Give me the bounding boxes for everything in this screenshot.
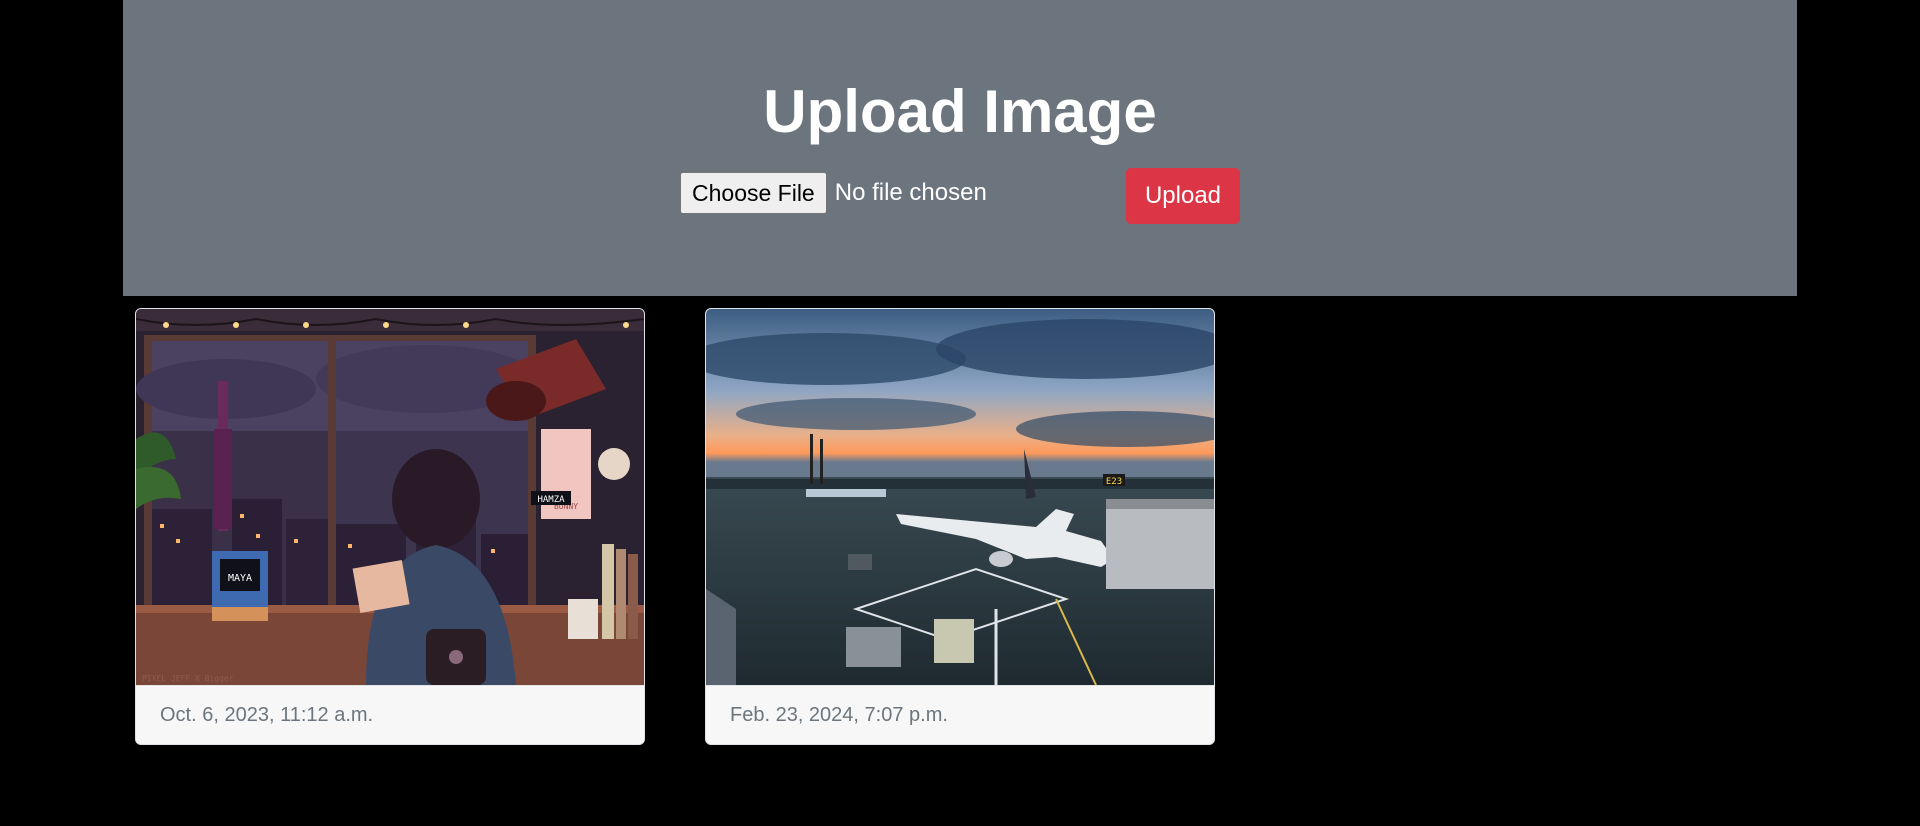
watermark-text: PIXEL JEFF X Bigger	[142, 674, 234, 683]
image-card[interactable]: E23 Feb. 23, 2024, 7:07 p.m.	[705, 308, 1215, 745]
page: Upload Image Choose File No file chosen …	[0, 0, 1920, 826]
upload-panel: Upload Image Choose File No file chosen …	[123, 0, 1797, 296]
card-footer: Oct. 6, 2023, 11:12 a.m.	[136, 685, 644, 744]
choose-file-button[interactable]: Choose File	[680, 172, 827, 214]
image-card[interactable]: MAYA BUNNY HAMZA PIXEL JEFF X Bigger Oct…	[135, 308, 645, 745]
card-timestamp: Oct. 6, 2023, 11:12 a.m.	[160, 704, 374, 726]
card-footer: Feb. 23, 2024, 7:07 p.m.	[706, 685, 1214, 744]
pixel-art-image: MAYA BUNNY HAMZA PIXEL JEFF X Bigger	[136, 309, 644, 685]
gate-sign: E23	[1106, 477, 1122, 487]
card-image-pixel-art[interactable]: MAYA BUNNY HAMZA PIXEL JEFF X Bigger	[136, 309, 644, 685]
card-image-airplane[interactable]: E23	[706, 309, 1214, 685]
file-status-text: No file chosen	[834, 179, 987, 206]
sign-hamza: HAMZA	[537, 495, 565, 505]
file-input[interactable]: Choose File No file chosen	[680, 171, 987, 215]
sign-maya: MAYA	[228, 573, 252, 584]
upload-button[interactable]: Upload	[1126, 168, 1240, 224]
airplane-image: E23	[706, 309, 1214, 685]
page-title: Upload Image	[763, 78, 1157, 145]
card-timestamp: Feb. 23, 2024, 7:07 p.m.	[730, 704, 948, 726]
